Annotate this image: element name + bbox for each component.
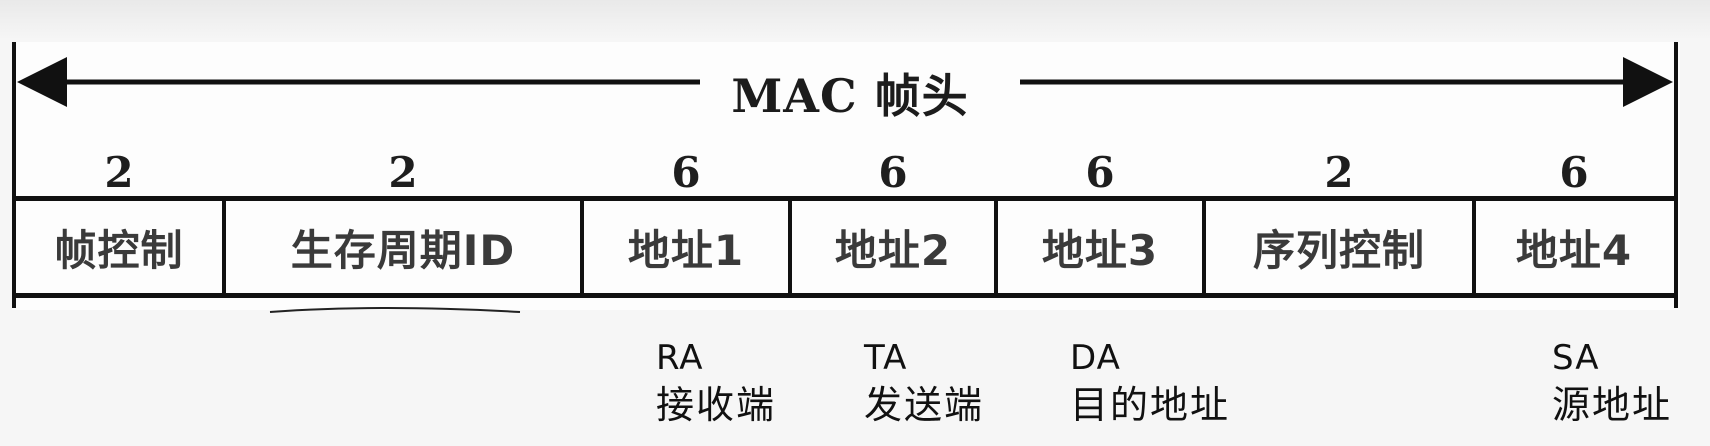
annotation-abbr: SA — [1552, 338, 1600, 378]
annotation-abbr: DA — [1070, 338, 1121, 378]
annotation-ta: TA 发送端 — [864, 336, 984, 430]
annotation-ra: RA 接收端 — [656, 336, 776, 430]
underline-stroke — [269, 307, 521, 313]
mac-header-diagram: MAC 帧头 2 2 6 6 6 2 6 帧控制 生存周期ID 地址1 地址2 … — [0, 0, 1710, 446]
annotation-sa: SA 源地址 — [1552, 336, 1672, 430]
annotation-desc: 接收端 — [656, 383, 777, 427]
annotation-desc: 源地址 — [1552, 383, 1673, 427]
annotation-abbr: TA — [864, 338, 908, 378]
annotation-abbr: RA — [656, 338, 704, 378]
annotation-da: DA 目的地址 — [1070, 336, 1230, 430]
annotation-desc: 目的地址 — [1070, 383, 1231, 427]
annotation-desc: 发送端 — [864, 383, 985, 427]
